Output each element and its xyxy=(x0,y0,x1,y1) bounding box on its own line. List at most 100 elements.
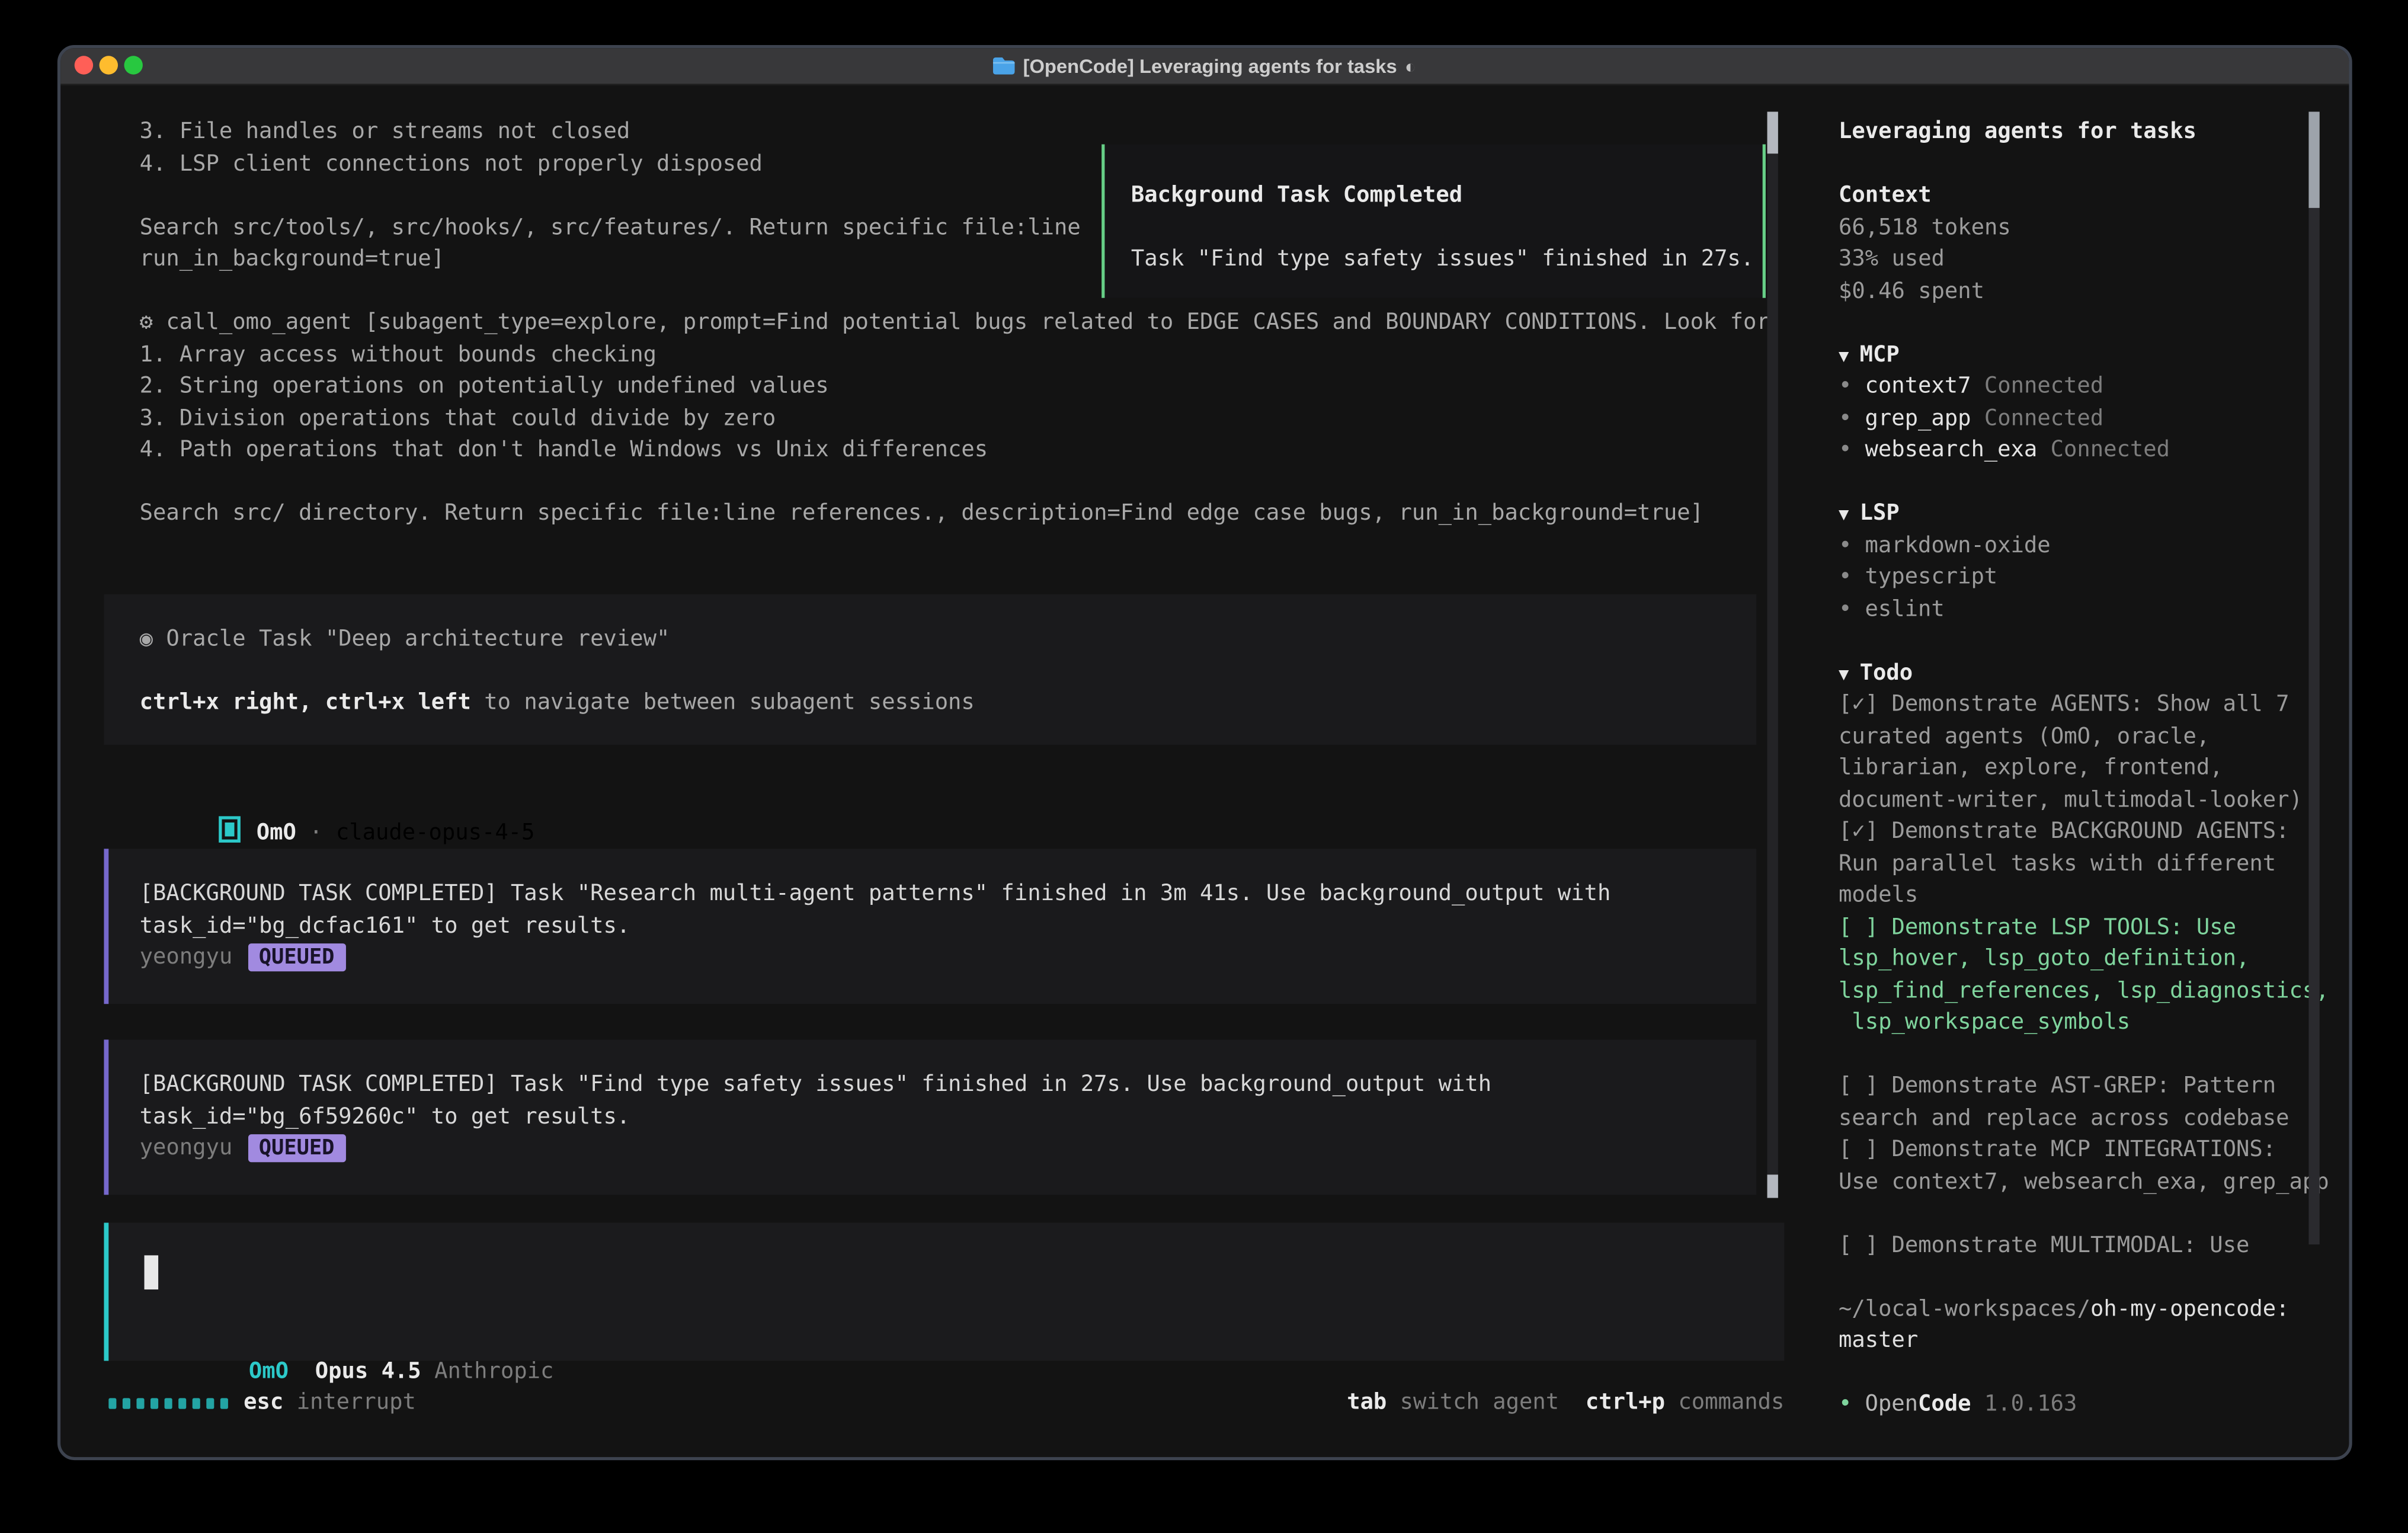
task-user: yeongyu xyxy=(140,1136,233,1161)
lsp-item: •typescript xyxy=(1839,562,2351,594)
tab-label: switch agent xyxy=(1386,1390,1559,1415)
bullet-icon: • xyxy=(1839,371,1865,403)
todo-line-done: [✓] Demonstrate AGENTS: Show all 7 xyxy=(1839,689,2351,721)
todo-line-done: models xyxy=(1839,880,2351,912)
task-user: yeongyu xyxy=(140,945,233,970)
statusbar: esc interrupt tab switch agent ctrl+p co… xyxy=(60,1387,1784,1419)
chevron-down-icon: ▼ xyxy=(1839,504,1849,524)
sidebar-scrollbar[interactable] xyxy=(2308,112,2319,1245)
window-title: [OpenCode] Leveraging agents for tasks ◐ xyxy=(60,48,2349,84)
toast-body: Task "Find type safety issues" finished … xyxy=(1131,244,1763,276)
app-name-open: Open xyxy=(1865,1392,1918,1417)
bullet-icon: • xyxy=(1839,434,1865,466)
bullet-icon: • xyxy=(1839,594,1865,626)
workspace-path: ~/local-workspaces/oh-my-opencode: xyxy=(1839,1294,2351,1326)
session-status-icon: ◐ xyxy=(1405,55,1416,77)
mcp-name: context7 xyxy=(1865,374,1971,399)
context-header: Context xyxy=(1839,180,2351,212)
todo-line-active: lsp_find_references, lsp_diagnostics, xyxy=(1839,975,2351,1007)
terminal-line: 3. File handles or streams not closed xyxy=(140,116,1770,148)
esc-key: esc xyxy=(244,1390,283,1415)
mcp-status: Connected xyxy=(1984,406,2103,431)
context-tokens: 66,518 tokens xyxy=(1839,212,2351,244)
todo-line-pending: [ ] Demonstrate MCP INTEGRATIONS: xyxy=(1839,1134,2351,1166)
lsp-name: eslint xyxy=(1865,597,1945,622)
chevron-down-icon: ▼ xyxy=(1839,663,1849,683)
queued-badge: QUEUED xyxy=(248,1134,345,1162)
folder-icon xyxy=(994,57,1016,75)
background-task-toast[interactable]: Background Task Completed Task "Find typ… xyxy=(1101,145,1766,298)
mcp-item: •context7 Connected xyxy=(1839,371,2351,403)
shortcut-keys: ctrl+x right, ctrl+x left xyxy=(140,690,471,715)
ctrlp-key: ctrl+p xyxy=(1586,1390,1665,1415)
ctrlp-label: commands xyxy=(1665,1390,1784,1415)
tab-key: tab xyxy=(1347,1390,1386,1415)
screen: [OpenCode] Leveraging agents for tasks ◐… xyxy=(0,0,2408,1533)
oracle-icon: ◉ xyxy=(140,627,153,652)
mcp-status: Connected xyxy=(2051,437,2170,462)
opencode-window: [OpenCode] Leveraging agents for tasks ◐… xyxy=(57,45,2352,1460)
terminal-line: 2. String operations on potentially unde… xyxy=(140,371,1770,403)
agent-header: OmO · claude-opus-4-5 xyxy=(140,783,535,815)
context-spent: $0.46 spent xyxy=(1839,276,2351,308)
mcp-item: •grep_app Connected xyxy=(1839,403,2351,435)
chat-scrollbar-marker[interactable] xyxy=(1767,1174,1778,1198)
chat-scrollbar[interactable] xyxy=(1767,112,1778,1198)
gear-icon: ⚙ xyxy=(140,311,153,335)
terminal-line: 3. Division operations that could divide… xyxy=(140,403,1770,435)
input-model[interactable]: Opus 4.5 xyxy=(315,1359,421,1384)
todo-line-pending: [ ] Demonstrate MULTIMODAL: Use xyxy=(1839,1230,2351,1262)
background-task-message: [BACKGROUND TASK COMPLETED] Task "Find t… xyxy=(104,1039,1756,1195)
app-version-number: 1.0.163 xyxy=(1971,1392,2077,1417)
separator: · xyxy=(296,820,336,845)
mcp-name: websearch_exa xyxy=(1865,437,2038,462)
lsp-name: typescript xyxy=(1865,565,1998,590)
esc-label: interrupt xyxy=(283,1390,416,1415)
input-meta: OmO Opus 4.5 Anthropic xyxy=(143,1324,553,1356)
keyboard-hints: tab switch agent ctrl+p commands xyxy=(1347,1387,1784,1419)
prompt-input[interactable]: OmO Opus 4.5 Anthropic xyxy=(104,1222,1784,1361)
todo-section-header[interactable]: ▼ Todo xyxy=(1839,657,2351,689)
input-agent-name[interactable]: OmO xyxy=(249,1359,289,1384)
todo-line-active: [ ] Demonstrate LSP TOOLS: Use xyxy=(1839,911,2351,943)
todo-line-done: librarian, explore, frontend, xyxy=(1839,753,2351,785)
todo-line-done: [✓] Demonstrate BACKGROUND AGENTS: xyxy=(1839,816,2351,848)
todo-line-pending: Use context7, websearch_exa, grep_app xyxy=(1839,1166,2351,1198)
task-message-line: [BACKGROUND TASK COMPLETED] Task "Resear… xyxy=(140,878,1757,910)
terminal-line: 1. Array access without bounds checking xyxy=(140,339,1770,371)
session-title: Leveraging agents for tasks xyxy=(1839,116,2351,148)
mcp-section-header[interactable]: ▼ MCP xyxy=(1839,339,2351,371)
terminal-line: 4. Path operations that don't handle Win… xyxy=(140,434,1770,466)
input-provider: Anthropic xyxy=(434,1359,553,1384)
titlebar: [OpenCode] Leveraging agents for tasks ◐ xyxy=(60,48,2349,85)
oracle-task-text: Oracle Task "Deep architecture review" xyxy=(153,627,670,652)
oracle-task-title: ◉ Oracle Task "Deep architecture review" xyxy=(140,624,1757,656)
chat-scrollbar-thumb[interactable] xyxy=(1767,112,1778,154)
git-branch: master xyxy=(1839,1325,2351,1357)
mcp-header-label: MCP xyxy=(1860,342,1900,367)
lsp-section-header[interactable]: ▼LSP xyxy=(1839,498,2351,530)
activity-spinner-dots xyxy=(108,1398,228,1409)
todo-line-active: lsp_workspace_symbols xyxy=(1839,1007,2351,1039)
sidebar-scrollbar-thumb[interactable] xyxy=(2308,112,2319,208)
lsp-item: •eslint xyxy=(1839,594,2351,626)
bullet-icon: • xyxy=(1839,530,1865,562)
app-version: •OpenCode 1.0.163 xyxy=(1839,1389,2351,1421)
todo-line-done: curated agents (OmO, oracle, xyxy=(1839,721,2351,753)
terminal-line: Search src/ directory. Return specific f… xyxy=(140,498,1770,530)
toast-title: Background Task Completed xyxy=(1131,180,1763,212)
oracle-task-panel: ◉ Oracle Task "Deep architecture review"… xyxy=(104,594,1756,745)
bullet-icon: • xyxy=(1839,403,1865,435)
background-task-message: [BACKGROUND TASK COMPLETED] Task "Resear… xyxy=(104,849,1756,1004)
tool-call-text: call_omo_agent [subagent_type=explore, p… xyxy=(153,311,1770,335)
oracle-shortcut-line: ctrl+x right, ctrl+x left to navigate be… xyxy=(140,687,1757,719)
todo-line-active: lsp_hover, lsp_goto_definition, xyxy=(1839,943,2351,975)
task-message-line: [BACKGROUND TASK COMPLETED] Task "Find t… xyxy=(140,1069,1757,1101)
todo-header-label: Todo xyxy=(1860,660,1913,685)
todo-line-pending: [ ] Demonstrate AST-GREP: Pattern xyxy=(1839,1071,2351,1103)
todo-line-done: document-writer, multimodal-looker) xyxy=(1839,785,2351,817)
status-dot-icon: • xyxy=(1839,1389,1865,1421)
todo-line-pending: search and replace across codebase xyxy=(1839,1102,2351,1134)
chevron-down-icon: ▼ xyxy=(1839,345,1849,366)
queued-badge: QUEUED xyxy=(248,943,345,971)
